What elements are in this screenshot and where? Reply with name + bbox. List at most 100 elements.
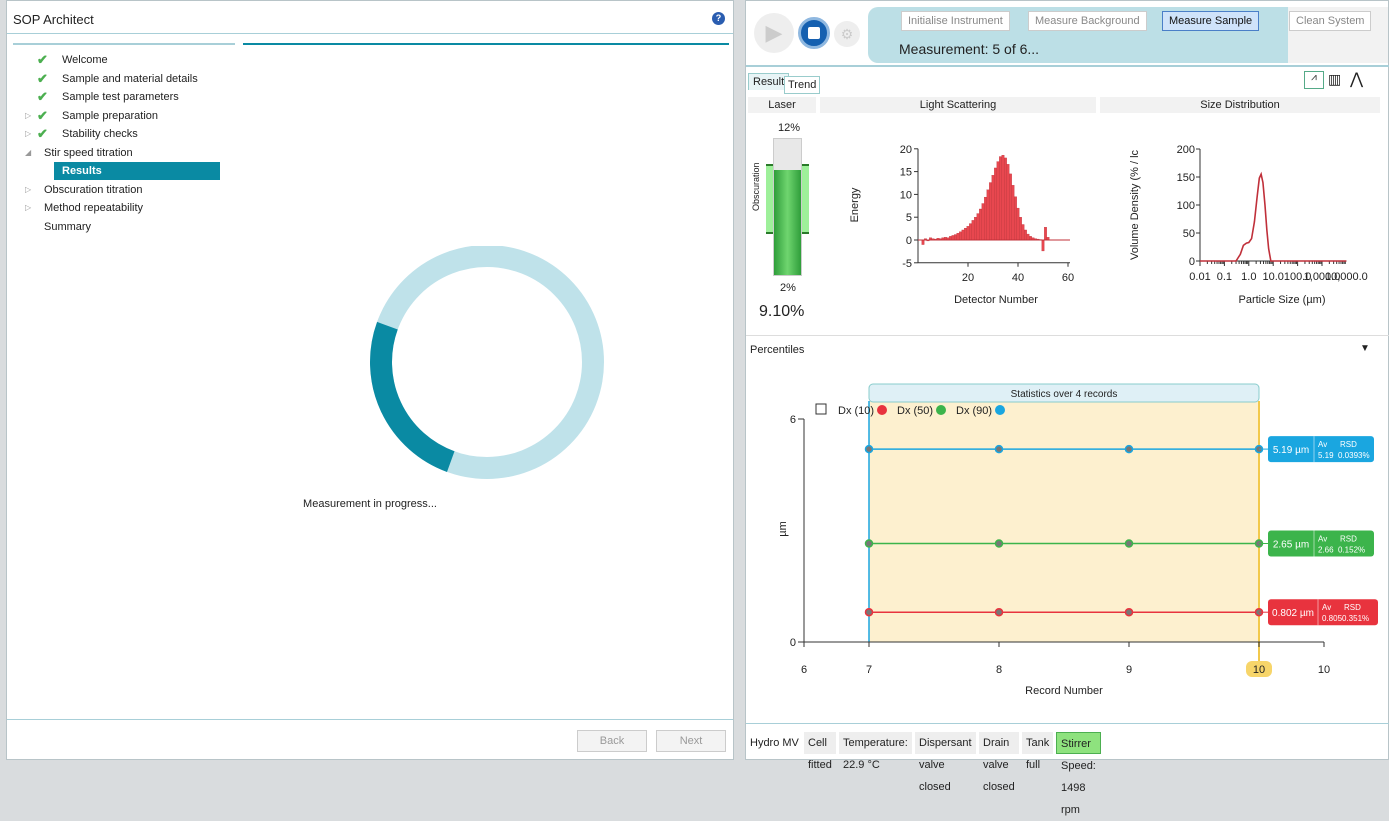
status-item: Temperature: 22.9 °C: [839, 732, 912, 754]
energy-bar: [987, 190, 989, 240]
obscuration-value: 9.10%: [759, 303, 804, 321]
obscuration-axis-label: Obscuration: [751, 162, 761, 211]
energy-bar: [992, 175, 994, 240]
current-value: 5.19 µm: [1273, 445, 1309, 456]
av-label: Av: [1318, 535, 1327, 544]
energy-bar: [969, 224, 971, 240]
percentiles-label: Percentiles: [750, 344, 804, 356]
rsd-label: RSD: [1344, 603, 1361, 612]
data-point: [996, 540, 1003, 547]
step-initialise[interactable]: Initialise Instrument: [901, 11, 1010, 31]
data-point: [866, 540, 873, 547]
data-point: [1126, 446, 1133, 453]
energy-bar: [949, 236, 951, 240]
divider: [746, 65, 1389, 67]
tab-result[interactable]: Result: [748, 73, 789, 90]
play-button[interactable]: ▶: [754, 13, 794, 53]
x-tick-label: 10.0: [1262, 271, 1283, 283]
progress-text: Measurement in progress...: [7, 498, 733, 510]
divider: [13, 43, 235, 45]
x-tick-label: 10,000.0: [1325, 271, 1368, 283]
divider: [746, 335, 1389, 336]
y-tick-label: 15: [900, 167, 912, 179]
current-value: 0.802 µm: [1272, 608, 1314, 619]
back-button[interactable]: Back: [577, 730, 647, 752]
laser-bottom-label: 2%: [780, 282, 796, 294]
x-tick-label: 9: [1126, 664, 1132, 676]
energy-bar: [989, 183, 991, 240]
expand-icon[interactable]: ▷: [25, 125, 31, 143]
statistics-region: [869, 401, 1259, 642]
energy-bar: [1022, 224, 1024, 240]
energy-bar: [984, 197, 986, 240]
help-icon[interactable]: ?: [712, 12, 725, 25]
data-point: [996, 609, 1003, 616]
light-scattering-chart: -505101520204060Detector NumberEnergy: [820, 113, 1096, 331]
x-tick-label: 10: [1318, 664, 1330, 676]
check-icon: ✔: [37, 107, 48, 125]
energy-bar: [964, 228, 966, 240]
stop-button[interactable]: [798, 17, 830, 49]
expand-icon[interactable]: ▷: [25, 199, 31, 217]
distribution-view-icon[interactable]: ⋀: [1350, 69, 1363, 89]
legend-marker: [936, 405, 946, 415]
y-tick-label: 20: [900, 144, 912, 156]
check-icon: ✔: [37, 125, 48, 143]
data-point: [1126, 540, 1133, 547]
next-button[interactable]: Next: [656, 730, 726, 752]
energy-bar: [1017, 208, 1019, 240]
legend-marker: [877, 405, 887, 415]
tree-item-label: Sample and material details: [62, 70, 198, 88]
window-title: SOP Architect: [13, 12, 94, 27]
energy-bar: [977, 214, 979, 240]
status-item: Cell fitted: [804, 732, 836, 754]
tree-item-label: Obscuration titration: [44, 181, 142, 199]
y-tick-label: 0: [906, 235, 912, 247]
step-background[interactable]: Measure Background: [1028, 11, 1147, 31]
chevron-down-icon[interactable]: ▼: [1360, 343, 1370, 354]
legend-label: Dx (50): [897, 405, 933, 417]
panel-laser-header: Laser: [748, 97, 816, 113]
energy-bar: [1029, 236, 1031, 240]
divider: [7, 33, 733, 34]
stop-icon: [808, 27, 820, 39]
rsd-value: 0.152%: [1338, 546, 1365, 555]
scatter-view-icon[interactable]: ⩘: [1304, 71, 1324, 89]
legend-toggle-icon: [816, 404, 826, 414]
expand-icon[interactable]: ▷: [25, 107, 31, 125]
panel-size-header: Size Distribution: [1100, 97, 1380, 113]
tree-item-label: Method repeatability: [44, 199, 143, 217]
step-measure-sample[interactable]: Measure Sample: [1162, 11, 1259, 31]
energy-bar: [954, 235, 956, 240]
expand-icon[interactable]: ▷: [25, 181, 31, 199]
y-tick-label: -5: [902, 258, 912, 270]
x-tick-label: 10: [1253, 664, 1265, 676]
y-tick-label: 50: [1183, 228, 1195, 240]
data-point: [996, 446, 1003, 453]
collapse-icon[interactable]: ◢: [25, 144, 31, 162]
sop-architect-window: SOP Architect ? ✔Welcome✔Sample and mate…: [6, 0, 734, 760]
rsd-value: 0.351%: [1342, 614, 1369, 623]
gear-icon[interactable]: ⚙: [834, 21, 860, 47]
obscuration-fill: [774, 170, 801, 275]
step-clean[interactable]: Clean System: [1289, 11, 1371, 31]
legend-label: Dx (90): [956, 405, 992, 417]
tree-item-label: Stability checks: [62, 125, 138, 143]
av-value: 5.19: [1318, 451, 1334, 460]
bar-view-icon[interactable]: ▥: [1328, 71, 1341, 88]
av-label: Av: [1318, 440, 1327, 449]
status-item: Tank full: [1022, 732, 1053, 754]
x-axis-label: Detector Number: [954, 294, 1038, 306]
legend-marker: [995, 405, 1005, 415]
obscuration-gauge: [773, 138, 802, 276]
measurement-window: ▶ ⚙ Initialise Instrument Measure Backgr…: [745, 0, 1389, 760]
energy-bar: [994, 168, 996, 240]
energy-bar: [999, 157, 1001, 240]
data-point: [866, 609, 873, 616]
y-axis-label: Volume Density (% / lc: [1129, 149, 1141, 260]
rsd-value: 0.0393%: [1338, 451, 1370, 460]
tab-trend[interactable]: Trend: [784, 76, 820, 94]
y-tick-label: 100: [1177, 200, 1195, 212]
y-tick-label: 5: [906, 212, 912, 224]
tree-item[interactable]: Results: [54, 162, 220, 180]
